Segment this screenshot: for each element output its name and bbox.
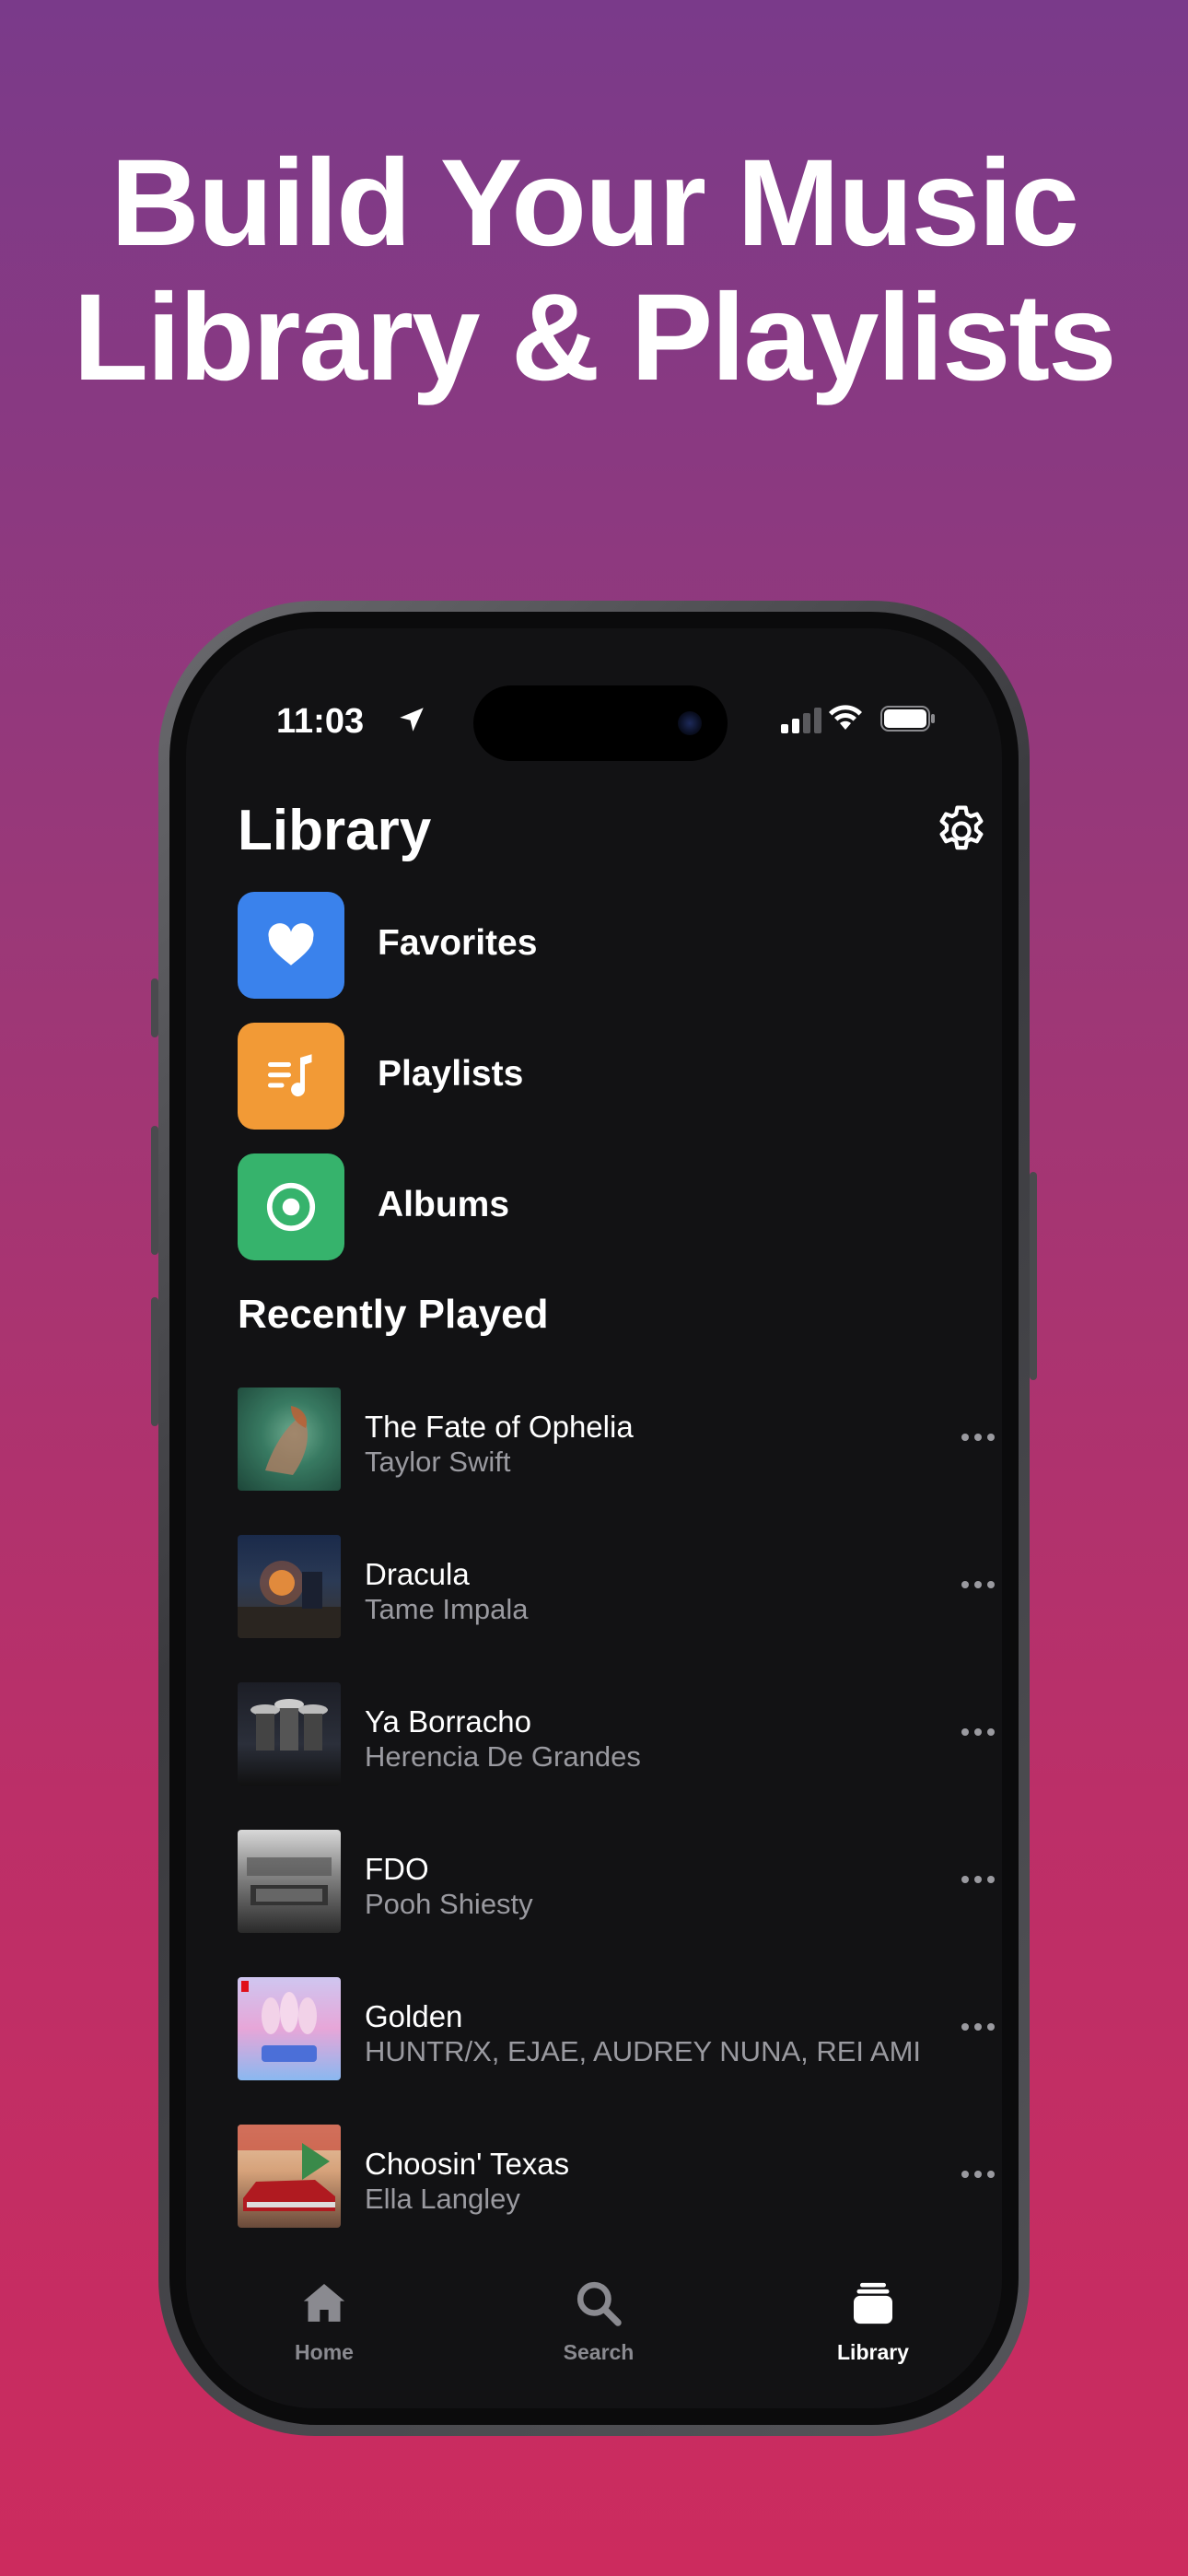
library-icon	[854, 2282, 892, 2324]
album-art	[238, 1535, 341, 1638]
album-art	[238, 1388, 341, 1491]
track-row[interactable]: The Fate of Ophelia Taylor Swift	[238, 1388, 1002, 1491]
location-arrow-icon	[400, 708, 424, 732]
tab-bar: Home Search Library	[186, 2277, 1002, 2388]
headline-line-2: Library & Playlists	[73, 269, 1116, 406]
cellular-signal-icon	[781, 708, 821, 733]
wifi-icon	[829, 705, 862, 730]
favorites-tile	[238, 892, 344, 999]
action-button	[151, 978, 158, 1037]
track-artist: Ella Langley	[365, 2183, 520, 2215]
track-row[interactable]: Golden HUNTR/X, EJAE, AUDREY NUNA, REI A…	[238, 1977, 1002, 2080]
headline: Build Your Music Library & Playlists	[0, 136, 1188, 405]
more-options-icon[interactable]	[960, 1577, 996, 1592]
phone-frame: 11:03 Library Favorites Playlists Albums…	[158, 601, 1030, 2436]
headline-line-1: Build Your Music	[110, 135, 1079, 272]
power-button	[1030, 1172, 1037, 1380]
tab-library-label: Library	[837, 2340, 909, 2364]
playlists-row[interactable]: Playlists	[238, 1023, 974, 1130]
track-artist: Tame Impala	[365, 1593, 529, 1625]
album-art	[238, 1830, 341, 1933]
volume-down-button	[151, 1297, 158, 1426]
more-options-icon[interactable]	[960, 1725, 996, 1739]
playlist-icon	[268, 1054, 312, 1097]
track-artist: Herencia De Grandes	[365, 1740, 641, 1773]
tab-search-label: Search	[563, 2340, 635, 2364]
track-title: The Fate of Ophelia	[365, 1410, 634, 1444]
tab-home-label: Home	[295, 2340, 354, 2364]
more-options-icon[interactable]	[960, 1872, 996, 1887]
app-screen: 11:03 Library Favorites Playlists Albums…	[186, 628, 1002, 2408]
albums-tile	[238, 1153, 344, 1260]
album-art	[238, 1682, 341, 1786]
track-artist: Pooh Shiesty	[365, 1888, 533, 1920]
track-artist: HUNTR/X, EJAE, AUDREY NUNA, REI AMI	[365, 2035, 922, 2067]
more-options-icon[interactable]	[960, 2020, 996, 2034]
home-icon	[303, 2284, 345, 2322]
playlists-tile	[238, 1023, 344, 1130]
favorites-row[interactable]: Favorites	[238, 892, 974, 999]
more-options-icon[interactable]	[960, 1430, 996, 1445]
tab-library[interactable]: Library	[781, 2277, 965, 2365]
track-title: Dracula	[365, 1557, 470, 1591]
status-time: 11:03	[276, 702, 365, 741]
playlists-label: Playlists	[378, 1054, 524, 1094]
track-artist: Taylor Swift	[365, 1446, 511, 1478]
track-row[interactable]: Ya Borracho Herencia De Grandes	[238, 1682, 1002, 1786]
favorites-label: Favorites	[378, 923, 538, 963]
more-options-icon[interactable]	[960, 2167, 996, 2182]
track-title: Choosin' Texas	[365, 2147, 570, 2181]
track-row[interactable]: FDO Pooh Shiesty	[238, 1830, 1002, 1933]
album-art	[238, 2125, 341, 2228]
track-row[interactable]: Dracula Tame Impala	[238, 1535, 1002, 1638]
track-title: Ya Borracho	[365, 1704, 531, 1739]
volume-up-button	[151, 1126, 158, 1255]
album-art	[238, 1977, 341, 2080]
albums-row[interactable]: Albums	[238, 1153, 974, 1260]
heart-icon	[268, 923, 314, 966]
battery-icon	[880, 706, 935, 732]
tab-search[interactable]: Search	[507, 2277, 691, 2365]
track-title: FDO	[365, 1852, 429, 1886]
track-title: Golden	[365, 1999, 463, 2033]
page-title: Library	[238, 799, 432, 862]
album-icon	[266, 1182, 316, 1232]
recently-played-heading: Recently Played	[238, 1292, 549, 1337]
track-row[interactable]: Choosin' Texas Ella Langley	[238, 2125, 1002, 2228]
dynamic-island	[473, 685, 728, 761]
gear-icon[interactable]	[932, 802, 991, 861]
tab-home[interactable]: Home	[232, 2277, 416, 2365]
albums-label: Albums	[378, 1185, 510, 1224]
search-icon	[577, 2281, 622, 2326]
